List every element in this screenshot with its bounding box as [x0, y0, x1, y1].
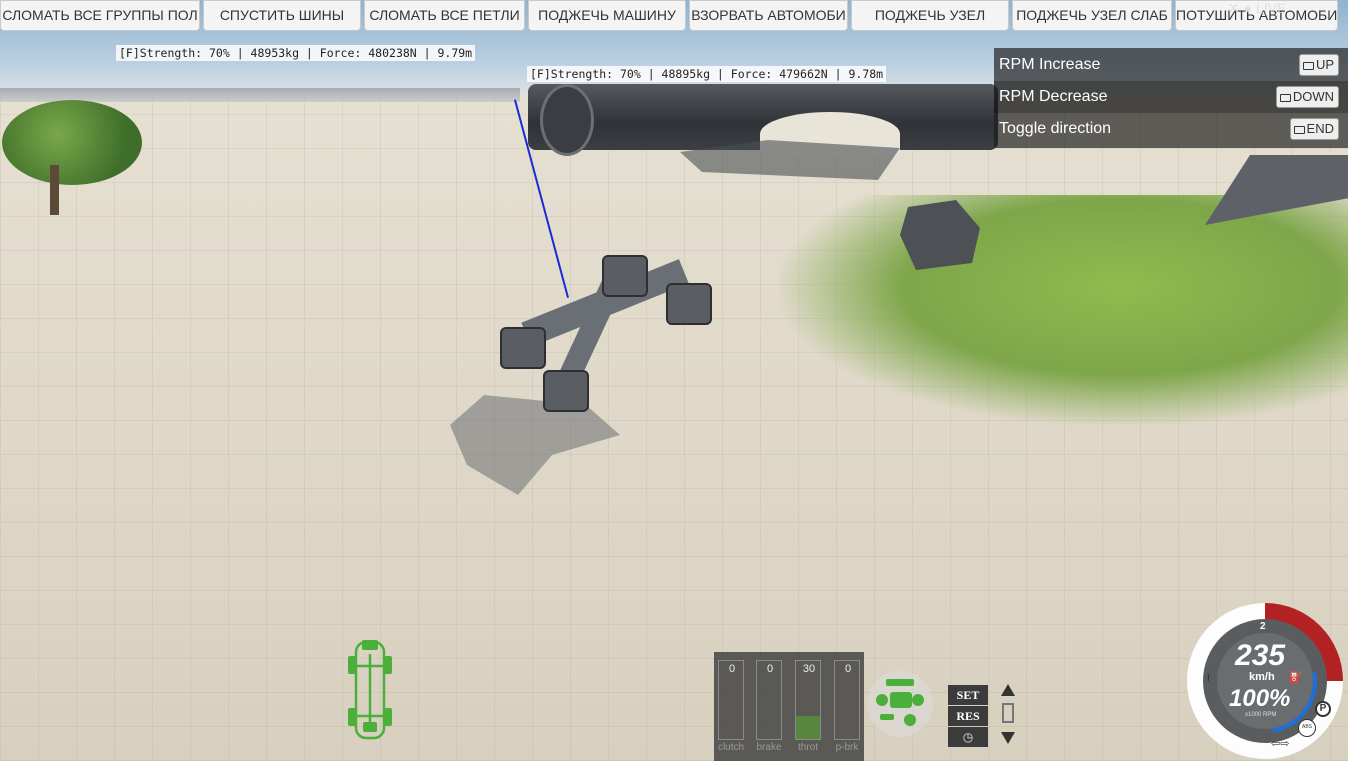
keybind-label: RPM Increase — [999, 56, 1101, 73]
cruise-resume-button[interactable]: RES — [948, 706, 988, 726]
arrow-down-icon — [1001, 732, 1015, 744]
vehicle-wheel[interactable] — [500, 327, 546, 369]
cruise-increase-arrow[interactable] — [1000, 682, 1016, 698]
speedometer-gauge: 2 I 235 km/h 100% x1000 RPM P ABS ⇦⇨ ⛽ — [1185, 601, 1345, 761]
keyboard-icon — [1293, 125, 1305, 134]
engine-status-icon — [867, 671, 933, 737]
keybind-hints-panel: RPM Increase UP RPM Decrease DOWN Toggle… — [994, 48, 1348, 148]
tree-trunk — [50, 165, 59, 215]
radial-actions-toolbar: СЛОМАТЬ ВСЕ ГРУППЫ ПОЛ СПУСТИТЬ ШИНЫ СЛО… — [0, 0, 1348, 33]
cruise-speed-display — [1002, 703, 1014, 723]
vehicle-wheel[interactable] — [602, 255, 648, 297]
pedal-bar-parking-brake: 0 — [834, 660, 860, 740]
pedals-panel: 0 0 30 0 clutch brake throt p-brk — [714, 652, 864, 761]
key-badge-up: UP — [1298, 54, 1339, 76]
keybind-row-rpm-increase: RPM Increase UP — [994, 49, 1348, 81]
pedal-value: 0 — [844, 663, 852, 675]
cruise-decrease-arrow[interactable] — [1000, 730, 1016, 746]
cruise-set-button[interactable]: SET — [948, 685, 988, 705]
deflate-tires-button[interactable]: СПУСТИТЬ ШИНЫ — [203, 0, 361, 31]
pedal-value: 0 — [728, 663, 736, 675]
ignite-node-button[interactable]: ПОДЖЕЧЬ УЗЕЛ — [851, 0, 1009, 31]
pedal-bar-clutch: 0 — [718, 660, 744, 740]
keybind-row-rpm-decrease: RPM Decrease DOWN — [994, 81, 1348, 113]
throttle-percent: 100% — [1229, 685, 1291, 712]
pedal-bar-brake: 0 — [756, 660, 782, 740]
key-name: END — [1306, 121, 1334, 136]
pedal-label: clutch — [717, 742, 745, 753]
ignite-weak-node-button[interactable]: ПОДЖЕЧЬ УЗЕЛ СЛАБ — [1012, 0, 1172, 31]
tree — [2, 100, 142, 185]
gauge-left-mark: I — [1207, 673, 1210, 684]
fuel-icon: ⛽ — [1289, 672, 1303, 684]
rope-debug-label: [F]Strength: 70% | 48953kg | Force: 4802… — [116, 45, 476, 61]
pedal-fill — [796, 715, 820, 739]
gear-indicator: 2 — [1260, 621, 1266, 632]
cruise-timer-button[interactable]: ◷ — [948, 727, 988, 747]
pedal-label: brake — [756, 742, 782, 753]
live-badge: ✕ ● LIVE — [1228, 0, 1287, 16]
pipe-opening — [540, 84, 594, 156]
pedal-label: p-brk — [835, 742, 859, 753]
key-badge-down: DOWN — [1275, 86, 1339, 108]
explode-vehicle-button[interactable]: ВЗОРВАТЬ АВТОМОБИ — [689, 0, 848, 31]
vehicle-damage-icon — [348, 640, 392, 740]
keyboard-icon — [1279, 93, 1291, 102]
turn-signal-icon: ⇦⇨ — [1271, 738, 1290, 750]
pedal-label: throt — [797, 742, 818, 753]
live-label: LIVE — [1255, 0, 1287, 16]
rpm-scale-label: x1000 RPM — [1245, 712, 1277, 718]
abs-indicator: ABS — [1298, 719, 1316, 737]
rope-debug-label: [F]Strength: 70% | 48895kg | Force: 4796… — [527, 66, 887, 82]
key-name: UP — [1315, 57, 1334, 72]
arrow-up-icon — [1001, 684, 1015, 696]
speed-readout: 235 — [1235, 639, 1286, 672]
keybind-label: RPM Decrease — [999, 88, 1108, 105]
break-all-hinges-button[interactable]: СЛОМАТЬ ВСЕ ПЕТЛИ — [364, 0, 525, 31]
vehicle-wheel[interactable] — [543, 370, 589, 412]
break-all-groups-button[interactable]: СЛОМАТЬ ВСЕ ГРУППЫ ПОЛ — [0, 0, 200, 31]
pedal-bar-throttle: 30 — [795, 660, 821, 740]
parking-indicator: P — [1315, 701, 1331, 717]
speed-unit: km/h — [1249, 671, 1275, 683]
key-name: DOWN — [1292, 89, 1334, 104]
pedal-value: 0 — [766, 663, 774, 675]
ignite-vehicle-button[interactable]: ПОДЖЕЧЬ МАШИНУ — [528, 0, 686, 31]
key-badge-end: END — [1289, 118, 1339, 140]
grass-patch — [780, 195, 1348, 425]
pedal-value: 30 — [802, 663, 816, 675]
keybind-label: Toggle direction — [999, 120, 1112, 137]
keyboard-icon — [1302, 61, 1314, 70]
keybind-row-toggle-direction: Toggle direction END — [994, 113, 1348, 145]
stopwatch-icon: ◷ — [962, 730, 974, 744]
vehicle-wheel[interactable] — [666, 283, 712, 325]
